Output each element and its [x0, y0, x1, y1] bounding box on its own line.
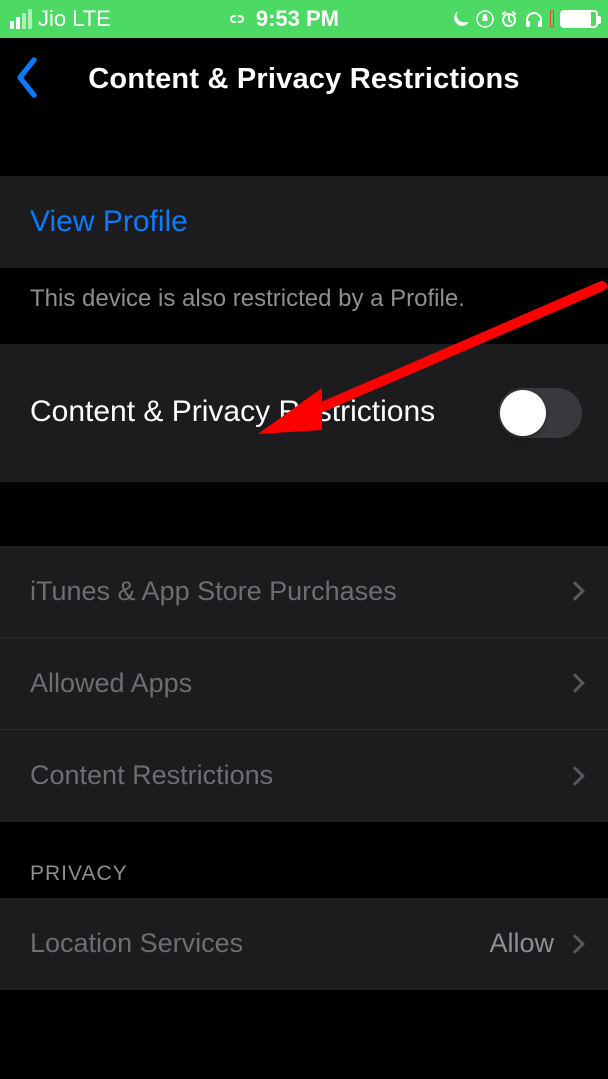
status-bar: Jio LTE 9:53 PM: [0, 0, 608, 38]
chevron-right-icon: [565, 581, 585, 601]
page-title: Content & Privacy Restrictions: [0, 63, 608, 96]
content-privacy-toggle-label: Content & Privacy Restrictions: [30, 392, 498, 433]
content-restrictions-row[interactable]: Content Restrictions: [0, 730, 608, 822]
location-services-row[interactable]: Location Services Allow: [0, 898, 608, 990]
chevron-right-icon: [565, 766, 585, 786]
allowed-apps-row[interactable]: Allowed Apps: [0, 638, 608, 730]
content-restrictions-label: Content Restrictions: [30, 760, 568, 791]
carrier-label: Jio: [38, 6, 66, 32]
battery-icon: [560, 10, 598, 28]
status-left: Jio LTE: [10, 6, 111, 32]
chevron-right-icon: [565, 673, 585, 693]
link-icon: [224, 11, 250, 27]
itunes-purchases-row[interactable]: iTunes & App Store Purchases: [0, 546, 608, 638]
status-center: 9:53 PM: [224, 6, 339, 32]
alarm-icon: [500, 10, 518, 28]
network-label: LTE: [72, 6, 111, 32]
chevron-right-icon: [565, 934, 585, 954]
content-privacy-toggle-row: Content & Privacy Restrictions: [0, 344, 608, 482]
signal-icon: [10, 9, 32, 29]
location-services-label: Location Services: [30, 928, 489, 959]
orientation-lock-icon: [476, 10, 494, 28]
switch-knob: [500, 390, 546, 436]
low-battery-icon: [550, 10, 554, 28]
privacy-section-header: PRIVACY: [0, 822, 608, 898]
back-button[interactable]: [14, 57, 40, 102]
location-services-value: Allow: [489, 928, 554, 959]
profile-footer: This device is also restricted by a Prof…: [0, 268, 608, 344]
clock-label: 9:53 PM: [256, 6, 339, 32]
allowed-apps-label: Allowed Apps: [30, 668, 568, 699]
nav-header: Content & Privacy Restrictions: [0, 38, 608, 122]
status-right: [452, 10, 598, 28]
headphones-icon: [524, 10, 544, 28]
view-profile-label: View Profile: [30, 205, 582, 239]
content-privacy-switch[interactable]: [498, 388, 582, 438]
moon-icon: [452, 10, 470, 28]
itunes-purchases-label: iTunes & App Store Purchases: [30, 576, 568, 607]
view-profile-row[interactable]: View Profile: [0, 176, 608, 268]
